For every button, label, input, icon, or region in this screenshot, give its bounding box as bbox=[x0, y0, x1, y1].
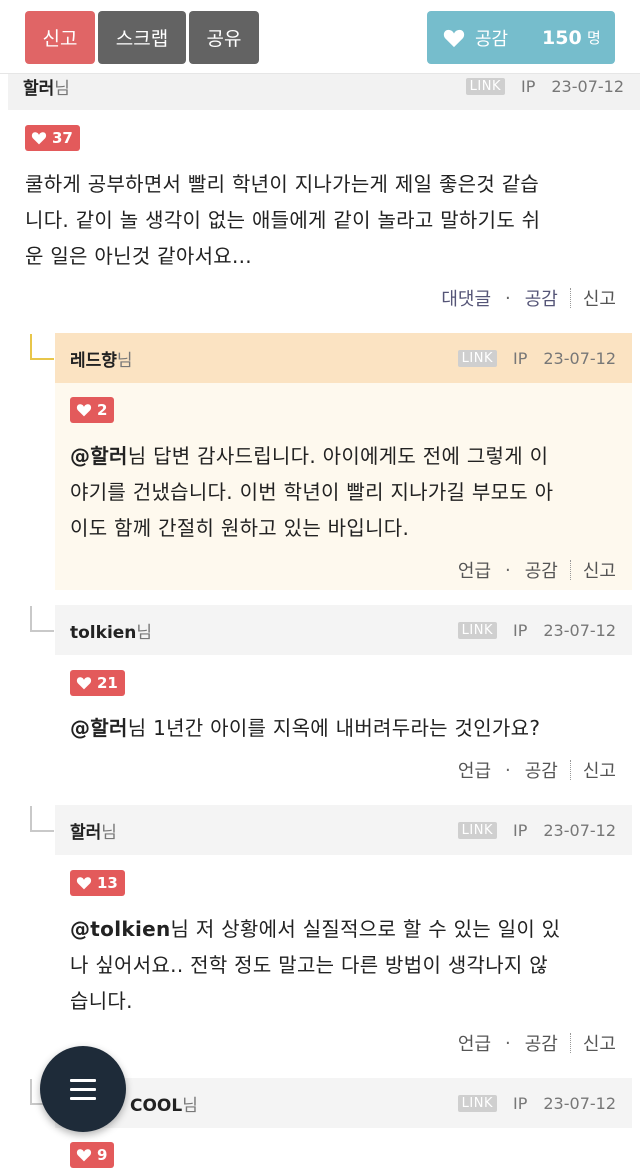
mention-action[interactable]: 언급 bbox=[458, 757, 491, 783]
report-button[interactable]: 신고 bbox=[25, 11, 95, 64]
comment-date: 23-07-12 bbox=[543, 620, 616, 640]
like-label: 공감 bbox=[475, 28, 509, 50]
comment-meta: LINK IP 23-07-12 bbox=[457, 620, 616, 640]
likes-badge: 9 bbox=[70, 1142, 115, 1168]
ip-label: IP bbox=[513, 348, 528, 368]
like-link[interactable]: 공감 bbox=[525, 557, 558, 583]
comment-meta: LINK IP 23-07-12 bbox=[457, 820, 616, 840]
reply-connector bbox=[30, 606, 54, 632]
comment-header: 할러님 LINK IP 23-07-12 bbox=[55, 805, 632, 855]
link-badge[interactable]: LINK bbox=[457, 349, 497, 367]
ip-label: IP bbox=[513, 820, 528, 840]
link-badge[interactable]: LINK bbox=[457, 621, 497, 639]
mention-action[interactable]: 언급 bbox=[458, 1030, 491, 1056]
action-bar: 신고 스크랩 공유 공감 150 명 bbox=[0, 0, 640, 74]
comment-date: 23-07-12 bbox=[543, 348, 616, 368]
comment-actions: 언급 · 공감 신고 bbox=[458, 557, 616, 583]
mention-link[interactable]: @할러님 bbox=[70, 716, 146, 740]
comment-author[interactable]: tolkien님 bbox=[55, 618, 152, 643]
comment-actions: 언급 · 공감 신고 bbox=[458, 757, 616, 783]
comment-header: 레드향님 LINK IP 23-07-12 bbox=[55, 333, 632, 383]
likes-badge: 2 bbox=[70, 397, 115, 423]
like-link[interactable]: 공감 bbox=[525, 285, 558, 311]
heart-icon bbox=[76, 677, 92, 690]
hamburger-menu-icon bbox=[70, 1078, 96, 1082]
comment-header: tolkien님 LINK IP 23-07-12 bbox=[55, 605, 632, 655]
link-badge[interactable]: LINK bbox=[457, 1094, 497, 1112]
separator bbox=[569, 1033, 571, 1053]
likes-badge: 37 bbox=[25, 125, 80, 151]
comment-text: @할러님 1년간 아이를 지옥에 내버려두라는 것인가요? bbox=[70, 716, 541, 740]
like-button[interactable]: 공감 150 명 bbox=[427, 11, 615, 64]
scrap-button[interactable]: 스크랩 bbox=[98, 11, 186, 64]
like-link[interactable]: 공감 bbox=[525, 757, 558, 783]
like-unit: 명 bbox=[587, 29, 601, 47]
comment-meta: LINK IP 23-07-12 bbox=[457, 1093, 616, 1113]
heart-icon bbox=[76, 877, 92, 890]
comment-meta: LINK IP 23-07-12 bbox=[457, 348, 616, 368]
separator-dot: · bbox=[505, 1032, 511, 1054]
heart-icon bbox=[31, 132, 47, 145]
comment-header: COOL님 LINK IP 23-07-12 bbox=[55, 1078, 632, 1128]
report-link[interactable]: 신고 bbox=[583, 557, 616, 583]
ip-label: IP bbox=[513, 1093, 528, 1113]
comment-date: 23-07-12 bbox=[543, 820, 616, 840]
link-badge[interactable]: LINK bbox=[465, 77, 505, 95]
separator-dot: · bbox=[505, 559, 511, 581]
comment-date: 23-07-12 bbox=[551, 76, 624, 96]
likes-badge: 21 bbox=[70, 670, 125, 696]
comment-actions: 언급 · 공감 신고 bbox=[458, 1030, 616, 1056]
link-badge[interactable]: LINK bbox=[457, 821, 497, 839]
mention-link[interactable]: @tolkien님 bbox=[70, 917, 189, 941]
comment-text: @할러님 답변 감사드립니다. 아이에게도 전에 그렇게 이 야기를 건냈습니다… bbox=[70, 444, 554, 540]
like-link[interactable]: 공감 bbox=[525, 1030, 558, 1056]
ip-label: IP bbox=[513, 620, 528, 640]
separator bbox=[569, 760, 571, 780]
comment-author[interactable]: 레드향님 bbox=[55, 346, 133, 371]
mention-link[interactable]: @할러님 bbox=[70, 444, 146, 468]
heart-icon bbox=[76, 404, 92, 417]
comment-author[interactable]: 할러님 bbox=[8, 74, 70, 99]
heart-icon bbox=[76, 1149, 92, 1162]
floating-menu-button[interactable] bbox=[40, 1046, 126, 1132]
report-link[interactable]: 신고 bbox=[583, 285, 616, 311]
reply-link[interactable]: 대댓글 bbox=[441, 285, 491, 311]
comment-actions: 대댓글 · 공감 신고 bbox=[441, 285, 616, 311]
separator bbox=[569, 288, 571, 308]
like-count: 150 bbox=[542, 26, 582, 49]
heart-icon bbox=[443, 29, 465, 47]
comment-date: 23-07-12 bbox=[543, 1093, 616, 1113]
separator-dot: · bbox=[505, 759, 511, 781]
separator-dot: · bbox=[505, 287, 511, 309]
ip-label: IP bbox=[521, 76, 536, 96]
report-link[interactable]: 신고 bbox=[583, 757, 616, 783]
comment-meta: LINK IP 23-07-12 bbox=[465, 76, 624, 96]
comment-author[interactable]: 할러님 bbox=[55, 818, 117, 843]
likes-badge: 13 bbox=[70, 870, 125, 896]
share-button[interactable]: 공유 bbox=[189, 11, 259, 64]
report-link[interactable]: 신고 bbox=[583, 1030, 616, 1056]
comment-text: @tolkien님 저 상황에서 실질적으로 할 수 있는 일이 있 나 싶어서… bbox=[70, 917, 561, 1013]
reply-connector bbox=[30, 334, 54, 360]
comment-author[interactable]: COOL님 bbox=[115, 1091, 198, 1116]
mention-action[interactable]: 언급 bbox=[458, 557, 491, 583]
comment-text: 쿨하게 공부하면서 빨리 학년이 지나가는게 제일 좋은것 같습 니다. 같이 … bbox=[25, 172, 541, 268]
separator bbox=[569, 560, 571, 580]
reply-connector bbox=[30, 806, 54, 832]
